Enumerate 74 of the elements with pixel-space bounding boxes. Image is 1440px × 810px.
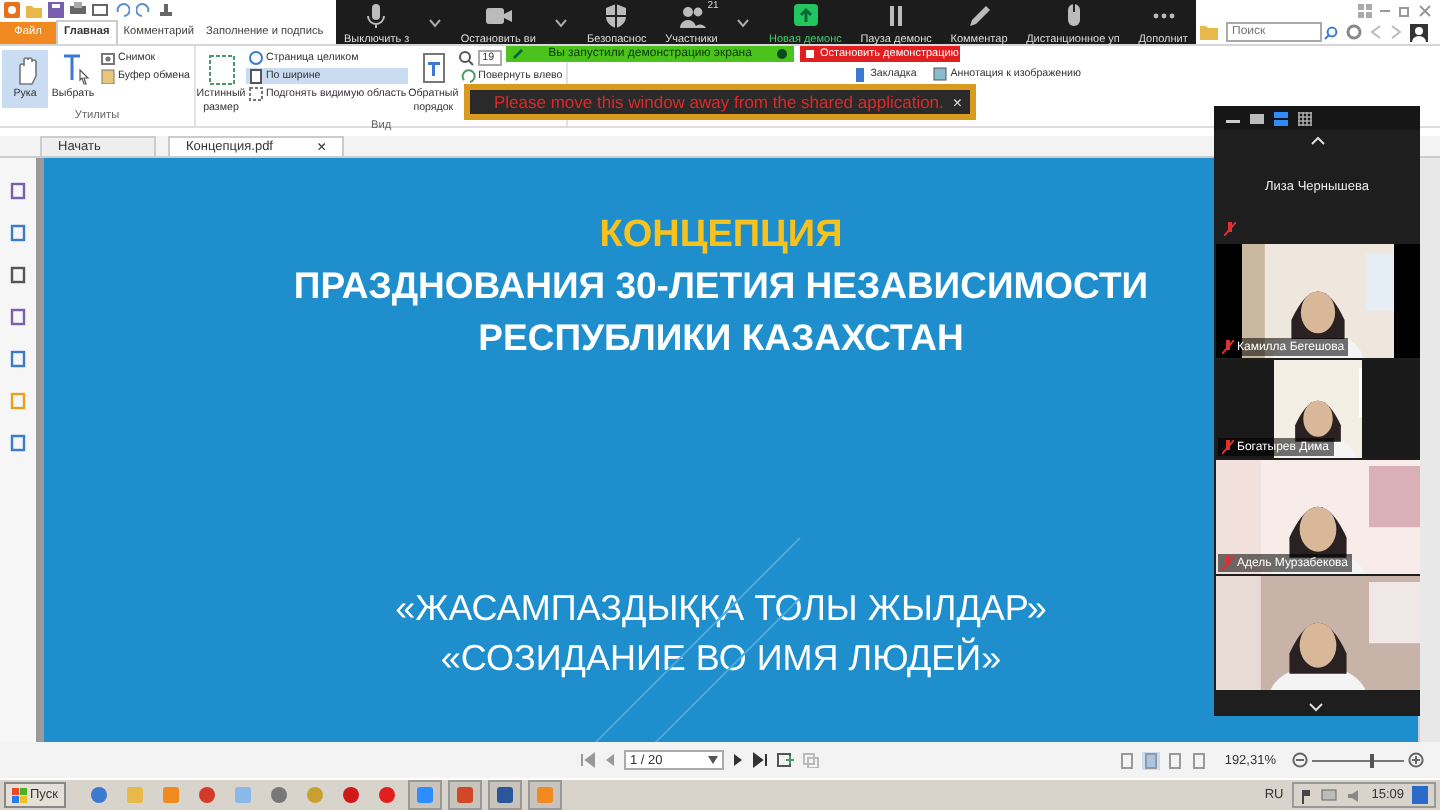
save-icon[interactable] [48,2,64,18]
scroll-down-icon[interactable] [1308,702,1324,712]
windows-logo-icon [12,787,28,803]
slide-subtitle: ПРАЗДНОВАНИЯ 30-ЛЕТИЯ НЕЗАВИСИМОСТИ [293,262,1149,310]
attachment-icon[interactable] [10,350,26,368]
zoom-in-icon[interactable] [1408,752,1424,768]
lock-icon[interactable] [10,392,26,410]
caret-icon[interactable] [736,17,751,27]
page-add-icon[interactable] [776,752,794,768]
settings-icon[interactable] [1346,24,1362,40]
share-screen-icon [791,2,820,30]
next-page-icon[interactable] [732,752,744,768]
comment-icon[interactable] [10,308,26,326]
tool-icon [852,66,869,82]
chat-icon[interactable] [407,780,442,810]
flag-icon[interactable] [1299,787,1312,803]
pen-icon[interactable] [10,434,26,452]
dropdown-icon [708,756,718,764]
close-button[interactable]: × [952,93,962,111]
people-icon [677,2,706,30]
close-icon[interactable] [1418,3,1432,17]
close-tab-button[interactable]: × [317,139,327,155]
warning-text: Please move this window away from the shared application. [494,92,944,112]
previous-page-icon[interactable] [604,752,616,768]
copy-icon[interactable] [10,224,26,242]
zoom-icon[interactable] [458,50,475,66]
muted-mic-icon [1221,340,1233,354]
back-icon[interactable] [1370,24,1382,40]
scrollbar[interactable] [1418,158,1440,742]
pencil-icon [965,2,993,30]
undo-icon[interactable] [114,2,130,18]
window-icon[interactable] [92,2,108,18]
tool-icon [460,68,477,84]
slider-thumb[interactable] [1369,753,1374,767]
search-icon[interactable] [1324,25,1338,39]
print-icon[interactable] [70,2,86,18]
facing-pages-icon[interactable] [1166,751,1185,769]
forward-icon[interactable] [1390,24,1402,40]
grid-view-icon[interactable] [1298,111,1312,125]
strip-view-icon[interactable] [1274,111,1288,125]
microphone-icon [362,2,391,30]
speaker-view-icon[interactable] [1250,111,1264,125]
slide-slogan: «ЖАСАМПАЗДЫҚҚА ТОЛЫ ЖЫЛДАР» [395,586,1047,632]
slide-slogan: «СОЗИДАНИЕ ВО ИМЯ ЛЮДЕЙ» [440,635,1002,682]
zoom-out-icon[interactable] [1292,752,1308,768]
first-page-icon[interactable] [580,752,596,768]
folder-search-icon[interactable] [1200,24,1218,40]
single-page-icon[interactable] [1118,751,1137,769]
speaker-icon[interactable] [1345,787,1364,803]
stamp-icon[interactable] [158,2,174,18]
muted-mic-icon [1224,222,1236,236]
pages-icon[interactable] [10,182,26,200]
network-icon[interactable] [1319,787,1338,803]
video-camera-icon [484,2,513,30]
slides-icon[interactable] [447,780,482,810]
muted-mic-icon [1221,556,1233,570]
tool-icon [932,66,949,82]
last-page-icon[interactable] [752,752,768,768]
restore-icon[interactable] [1398,3,1412,17]
slide-subtitle: РЕСПУБЛИКИ КАЗАХСТАН [478,314,964,362]
document-icon[interactable] [487,780,522,810]
redo-icon[interactable] [136,2,152,18]
tool-icon [417,52,450,86]
user-icon[interactable] [1410,23,1428,41]
caret-icon[interactable] [428,17,443,27]
tool-icon [205,52,237,86]
layers-icon[interactable] [10,266,26,284]
grid-icon[interactable] [1358,3,1372,17]
slide-title: КОНЦЕПЦИЯ [599,212,843,260]
scroll-up-icon[interactable] [1309,136,1325,146]
muted-mic-icon [1221,440,1233,454]
caret-icon[interactable] [554,17,569,27]
continuous-page-icon[interactable] [1142,751,1161,769]
cover-page-icon[interactable] [1190,751,1209,769]
